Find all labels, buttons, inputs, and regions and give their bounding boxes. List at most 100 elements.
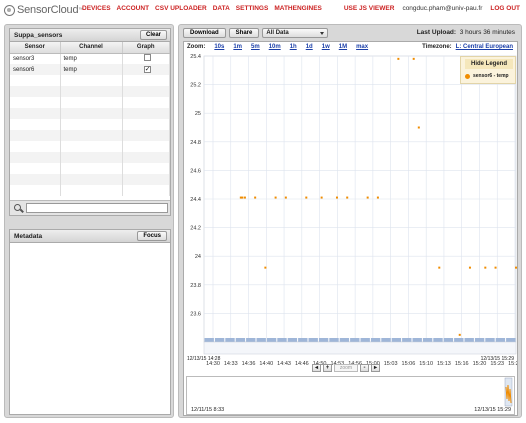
data-range-value: All Data	[266, 30, 289, 36]
data-point	[417, 126, 420, 129]
table-row	[10, 97, 170, 108]
time-band-segment	[485, 338, 495, 342]
x-axis-band	[203, 341, 517, 355]
graph-checkbox[interactable]	[143, 54, 151, 62]
data-range-select[interactable]: All Data	[262, 28, 329, 38]
table-row	[10, 75, 170, 86]
empty-cell	[122, 185, 170, 196]
search-input[interactable]	[26, 203, 168, 213]
data-point	[494, 266, 497, 269]
data-point	[515, 266, 517, 269]
x-tick-label: 14:46	[295, 361, 309, 366]
download-button[interactable]: Download	[183, 28, 226, 38]
focus-button[interactable]: Focus	[137, 231, 167, 241]
graph-checkbox[interactable]: ✓	[143, 66, 151, 73]
zoom-field[interactable]: zoom	[334, 364, 358, 372]
empty-cell	[10, 97, 61, 108]
empty-cell	[10, 75, 61, 86]
time-band-segment	[339, 338, 350, 342]
zoom-out-button[interactable]: -	[360, 364, 369, 372]
sensor-chart[interactable]: 14:3014:3314:3614:4014:4314:4614:5014:53…	[184, 54, 517, 366]
time-band-segment	[506, 338, 516, 342]
zoom-1h[interactable]: 1h	[290, 44, 297, 50]
zoom-10s[interactable]: 10s	[214, 44, 224, 50]
table-row	[10, 163, 170, 174]
zoom-5m[interactable]: 5m	[251, 44, 260, 50]
cloud-logo-icon	[4, 4, 15, 16]
share-button[interactable]: Share	[228, 28, 260, 38]
zoom-1m[interactable]: 1m	[233, 44, 242, 50]
table-row	[10, 119, 170, 130]
chevron-down-icon	[320, 32, 325, 35]
nav-account[interactable]: ACCOUNT	[117, 5, 150, 12]
legend-series-marker	[465, 74, 470, 79]
zoom-max[interactable]: max	[356, 44, 368, 50]
time-band-segment	[412, 338, 422, 342]
empty-cell	[122, 97, 170, 108]
search-icon[interactable]	[14, 204, 21, 211]
x-tick-label: 15:13	[437, 361, 451, 366]
x-tick-label: 15:03	[384, 361, 398, 366]
data-point	[254, 196, 257, 199]
pan-left-button[interactable]: ◂	[312, 364, 321, 372]
data-point	[346, 196, 349, 199]
clear-button[interactable]: Clear	[139, 30, 167, 40]
zoom-1d[interactable]: 1d	[306, 44, 313, 50]
pan-right-button[interactable]: ▸	[371, 364, 380, 372]
sensorcloud-logo[interactable]: SensorCloud ™	[4, 3, 83, 17]
use-js-viewer-link[interactable]: USE JS VIEWER	[344, 5, 395, 12]
column-header-graph[interactable]: Graph	[122, 42, 170, 54]
nav-settings[interactable]: SETTINGS	[236, 5, 269, 12]
time-band-segment	[277, 338, 287, 342]
empty-cell	[60, 163, 123, 174]
time-band-segment	[318, 338, 329, 342]
channel-name: temp	[60, 64, 123, 75]
nav-data[interactable]: DATA	[213, 5, 230, 12]
empty-cell	[60, 174, 123, 185]
empty-cell	[10, 152, 61, 163]
time-band-segment	[266, 338, 277, 342]
column-header-channel[interactable]: Channel	[60, 42, 123, 54]
sensor-name: sensor6	[10, 64, 61, 75]
nav-mathengines[interactable]: MATHENGINES	[274, 5, 322, 12]
metadata-panel-header: Metadata Focus	[10, 230, 170, 243]
data-point	[366, 196, 369, 199]
hide-legend-button[interactable]: Hide Legend	[465, 59, 513, 69]
top-navigation: SensorCloud ™ DEVICES ACCOUNT CSV UPLOAD…	[0, 0, 526, 20]
x-tick-label: 15:10	[419, 361, 433, 366]
time-band-segment	[235, 338, 246, 342]
nav-csv-uploader[interactable]: CSV UPLOADER	[155, 5, 207, 12]
metadata-panel-title: Metadata	[14, 233, 43, 240]
x-tick-label: 14:33	[224, 361, 238, 366]
user-nav: USE JS VIEWER congduc.pham@univ-pau.fr L…	[344, 5, 520, 12]
overview-start: 12/11/15 8:33	[191, 407, 225, 413]
zoom-10m[interactable]: 10m	[269, 44, 281, 50]
time-band-segment	[402, 338, 412, 342]
table-row[interactable]: sensor6 temp ✓	[10, 64, 170, 75]
logout-link[interactable]: LOG OUT	[490, 5, 520, 12]
table-row	[10, 185, 170, 196]
time-band-segment	[204, 338, 214, 342]
range-end: 12/13/15 15:29	[480, 356, 514, 362]
time-band-segment	[381, 338, 391, 342]
table-row[interactable]: sensor3 temp	[10, 53, 170, 64]
time-band-segment	[391, 338, 402, 342]
graph-cell: ✓	[122, 64, 170, 75]
column-header-sensor[interactable]: Sensor	[10, 42, 61, 54]
zoom-1w[interactable]: 1w	[322, 44, 330, 50]
time-band-segment	[329, 338, 339, 342]
nav-devices[interactable]: DEVICES	[82, 5, 111, 12]
empty-cell	[60, 75, 123, 86]
zoom-1M[interactable]: 1M	[339, 44, 347, 50]
range-start: 12/13/15 14:28	[187, 356, 221, 362]
data-point	[376, 196, 379, 199]
zoom-in-button[interactable]: +	[323, 364, 332, 372]
empty-cell	[122, 108, 170, 119]
overview-sparkline	[504, 377, 513, 407]
empty-cell	[10, 86, 61, 97]
time-band-segment	[214, 338, 225, 342]
timezone-link[interactable]: L: Central European	[456, 44, 513, 50]
last-upload-label: Last Upload:	[416, 29, 457, 36]
time-band-segment	[350, 338, 360, 342]
overview-navigator[interactable]: 12/11/15 8:33 12/13/15 15:29	[186, 376, 515, 415]
